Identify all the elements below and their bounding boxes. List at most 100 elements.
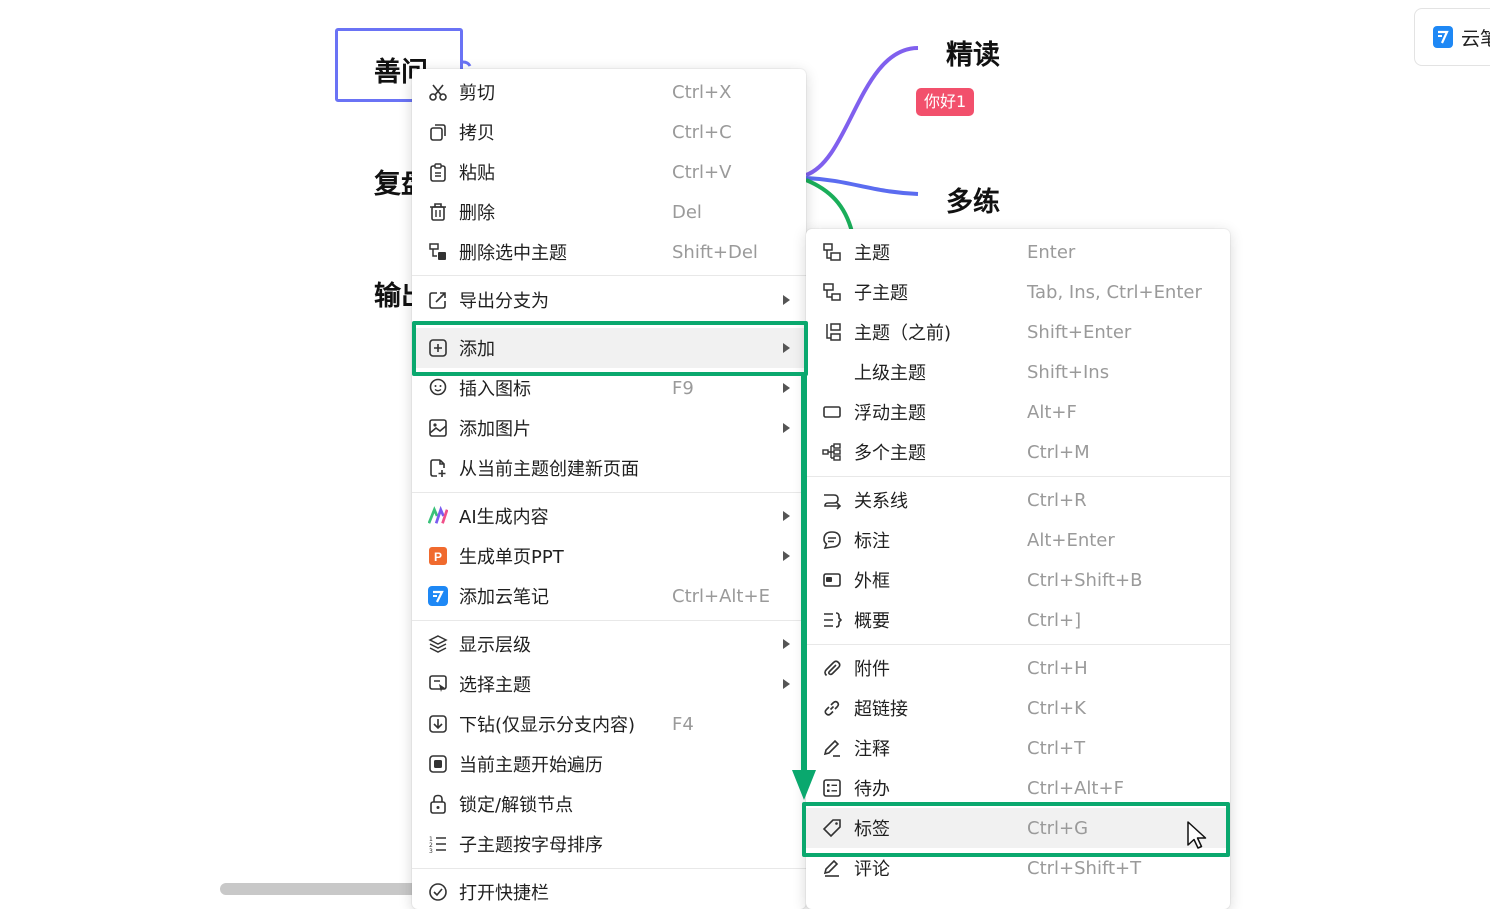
submenu-item-parent-topic[interactable]: 上级主题 Shift+Ins <box>806 352 1230 392</box>
branch-line-purple <box>805 46 919 177</box>
menu-item-drill-down[interactable]: 下钻(仅显示分支内容) F4 <box>412 704 806 744</box>
menu-item-label: 上级主题 <box>854 363 926 384</box>
topic-practice[interactable]: 多练 <box>946 180 1000 219</box>
menu-item-select-topic[interactable]: 选择主题 <box>412 664 806 704</box>
menu-item-label: 附件 <box>854 659 890 680</box>
submenu-item-note[interactable]: 注释 Ctrl+T <box>806 728 1230 768</box>
comment-icon <box>822 858 842 878</box>
menu-item-label: 关系线 <box>854 491 908 512</box>
menu-item-shortcut: Shift+Enter <box>1027 321 1132 343</box>
menu-item-shortcut: Ctrl+T <box>1027 737 1086 759</box>
menu-item-export-branch[interactable]: 导出分支为 <box>412 280 806 320</box>
menu-item-show-level[interactable]: 显示层级 <box>412 624 806 664</box>
multi-topic-icon <box>822 442 842 462</box>
menu-item-label: 外框 <box>854 571 890 592</box>
menu-item-label: 待办 <box>854 779 890 800</box>
menu-item-shortcut: Ctrl+M <box>1027 441 1090 463</box>
cloud-note-button[interactable]: 云笔 <box>1414 8 1490 66</box>
submenu-item-attachment[interactable]: 附件 Ctrl+H <box>806 648 1230 688</box>
submenu-arrow-icon <box>783 639 790 649</box>
export-icon <box>428 290 448 310</box>
traverse-icon <box>428 754 448 774</box>
submenu-item-relation-line[interactable]: 关系线 Ctrl+R <box>806 480 1230 520</box>
menu-item-delete-selected-topic[interactable]: 删除选中主题 Shift+Del <box>412 232 806 272</box>
menu-item-traverse[interactable]: 当前主题开始遍历 <box>412 744 806 784</box>
branch-line-green <box>805 178 854 233</box>
menu-item-label: 子主题按字母排序 <box>459 835 603 856</box>
highlight-box-tag <box>802 802 1230 857</box>
menu-item-label: 锁定/解锁节点 <box>459 795 574 816</box>
menu-item-label: 添加图片 <box>459 419 531 440</box>
submenu-item-summary[interactable]: 概要 Ctrl+] <box>806 600 1230 640</box>
submenu-item-floating-topic[interactable]: 浮动主题 Alt+F <box>806 392 1230 432</box>
horizontal-scrollbar[interactable] <box>220 883 420 895</box>
topic-intensive-reading[interactable]: 精读 <box>946 33 1000 72</box>
menu-item-copy[interactable]: 拷贝 Ctrl+C <box>412 112 806 152</box>
submenu-arrow-icon <box>783 551 790 561</box>
submenu-arrow-icon <box>783 679 790 689</box>
annotation-arrow-head-icon <box>792 770 816 800</box>
menu-item-delete[interactable]: 删除 Del <box>412 192 806 232</box>
select-topic-icon <box>428 674 448 694</box>
menu-item-label: 从当前主题创建新页面 <box>459 459 639 480</box>
menu-item-label: 生成单页PPT <box>459 547 564 568</box>
topic-icon <box>822 242 842 262</box>
menu-item-shortcut: Shift+Del <box>672 241 758 263</box>
submenu-item-topic[interactable]: 主题 Enter <box>806 232 1230 272</box>
topic-before-icon <box>822 322 842 342</box>
image-icon <box>428 418 448 438</box>
menu-item-shortcut: Shift+Ins <box>1027 361 1110 383</box>
drill-down-icon <box>428 714 448 734</box>
menu-item-shortcut: F9 <box>672 377 694 399</box>
menu-item-shortcut: Alt+F <box>1027 401 1077 423</box>
menu-item-label: 插入图标 <box>459 379 531 400</box>
menu-item-label: 导出分支为 <box>459 291 549 312</box>
submenu-arrow-icon <box>783 383 790 393</box>
new-page-icon <box>428 458 448 478</box>
paste-icon <box>428 162 448 182</box>
lock-icon <box>428 794 448 814</box>
submenu-item-hyperlink[interactable]: 超链接 Ctrl+K <box>806 688 1230 728</box>
menu-item-shortcut: Ctrl+] <box>1027 609 1082 631</box>
menu-item-label: 下钻(仅显示分支内容) <box>459 715 636 736</box>
todo-icon <box>822 778 842 798</box>
menu-item-ai-generate[interactable]: AI生成内容 <box>412 496 806 536</box>
menu-item-label: 子主题 <box>854 283 908 304</box>
menu-item-label: 主题（之前) <box>854 323 952 344</box>
submenu-arrow-icon <box>783 511 790 521</box>
menu-item-shortcut: Ctrl+H <box>1027 657 1088 679</box>
menu-item-label: 超链接 <box>854 699 908 720</box>
submenu-item-callout[interactable]: 标注 Alt+Enter <box>806 520 1230 560</box>
menu-item-create-page[interactable]: 从当前主题创建新页面 <box>412 448 806 488</box>
menu-item-generate-ppt[interactable]: P 生成单页PPT <box>412 536 806 576</box>
topic-tag[interactable]: 你好1 <box>916 88 975 116</box>
menu-item-label: 显示层级 <box>459 635 531 656</box>
menu-item-add-image[interactable]: 添加图片 <box>412 408 806 448</box>
svg-text:P: P <box>434 550 442 564</box>
note-icon <box>822 738 842 758</box>
menu-item-add-cloud-note[interactable]: 添加云笔记 Ctrl+Alt+E <box>412 576 806 616</box>
menu-item-label: AI生成内容 <box>459 507 549 528</box>
menu-item-paste[interactable]: 粘贴 Ctrl+V <box>412 152 806 192</box>
menu-item-cut[interactable]: 剪切 Ctrl+X <box>412 72 806 112</box>
menu-separator <box>412 868 806 869</box>
menu-item-lock-node[interactable]: 锁定/解锁节点 <box>412 784 806 824</box>
menu-item-open-quickbar[interactable]: 打开快捷栏 <box>412 872 806 909</box>
submenu-item-boundary[interactable]: 外框 Ctrl+Shift+B <box>806 560 1230 600</box>
menu-item-label: 删除选中主题 <box>459 243 567 264</box>
menu-item-sort-subtopics[interactable]: 123 子主题按字母排序 <box>412 824 806 864</box>
submenu-item-subtopic[interactable]: 子主题 Tab, Ins, Ctrl+Enter <box>806 272 1230 312</box>
menu-item-shortcut: Enter <box>1027 241 1076 263</box>
menu-item-shortcut: F4 <box>672 713 694 735</box>
menu-item-shortcut: Ctrl+C <box>672 121 732 143</box>
submenu-item-topic-before[interactable]: 主题（之前) Shift+Enter <box>806 312 1230 352</box>
callout-icon <box>822 530 842 550</box>
menu-item-shortcut: Del <box>672 201 702 223</box>
cloud-note-label: 云笔 <box>1461 27 1490 50</box>
submenu-item-multiple-topics[interactable]: 多个主题 Ctrl+M <box>806 432 1230 472</box>
menu-item-shortcut: Ctrl+V <box>672 161 732 183</box>
menu-separator <box>806 644 1230 645</box>
menu-item-label: 粘贴 <box>459 163 495 184</box>
menu-separator <box>412 275 806 276</box>
menu-item-label: 选择主题 <box>459 675 531 696</box>
